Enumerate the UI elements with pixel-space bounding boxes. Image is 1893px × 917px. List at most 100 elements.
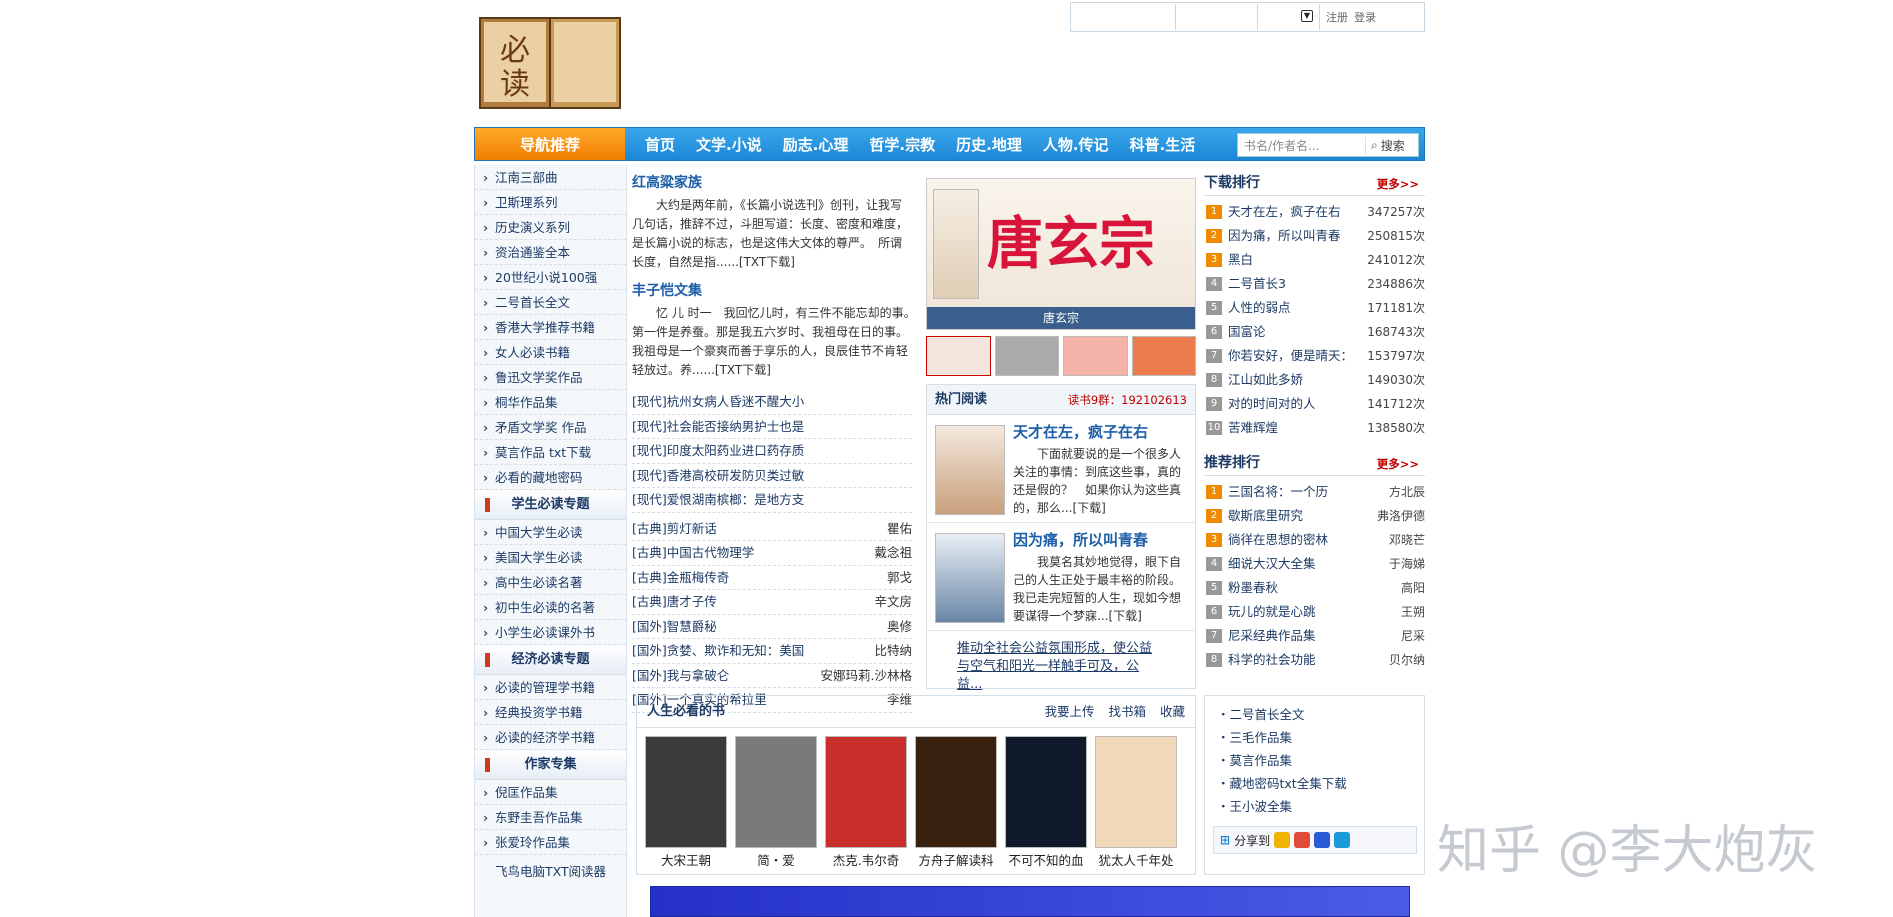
book-title[interactable]: 杰克.韦尔奇 [825, 851, 907, 871]
sidebar-item[interactable]: 必读的经济学书籍 [475, 725, 626, 750]
sidebar-item[interactable]: 矛盾文学奖 作品 [475, 415, 626, 440]
list-item[interactable]: [国外]我与拿破仑 安娜玛莉.沙林格 [632, 664, 912, 688]
search-icon[interactable]: ⌕ [1371, 138, 1378, 153]
rank-book-title[interactable]: 尼采经典作品集 [1228, 624, 1401, 648]
list-item[interactable]: [古典]金瓶梅传奇 郭戈 [632, 566, 912, 590]
cover-caption[interactable]: 唐玄宗 [927, 307, 1195, 329]
sidebar-item[interactable]: 初中生必读的名著 [475, 595, 626, 620]
quick-link[interactable]: ・二号首长全文 [1205, 704, 1424, 725]
password-field[interactable] [1176, 4, 1258, 30]
rank-book-title[interactable]: 徜徉在思想的密林 [1228, 528, 1389, 552]
book-cover-image[interactable] [935, 425, 1005, 515]
rank-book-title[interactable]: 国富论 [1228, 320, 1367, 344]
list-item-title[interactable]: [现代]香港高校研发防贝类过敏 [632, 464, 804, 488]
sidebar-reader-link[interactable]: 飞鸟电脑TXT阅读器 [475, 855, 626, 889]
list-item[interactable]: [现代]社会能否接纳男护士也是 [632, 415, 912, 439]
nav-biography[interactable]: 人物.传记 [1043, 134, 1109, 155]
rank-book-title[interactable]: 天才在左，疯子在右 [1228, 200, 1367, 224]
book-card[interactable]: 杰克.韦尔奇 [825, 736, 907, 871]
upload-link[interactable]: 我要上传 [1044, 704, 1094, 719]
list-item[interactable]: [国外]贪婪、欺诈和无知：美国 比特纳 [632, 639, 912, 664]
book-cover[interactable] [645, 736, 727, 848]
sidebar-item[interactable]: 张爱玲作品集 [475, 830, 626, 855]
list-item-title[interactable]: [古典]金瓶梅传奇 [632, 566, 729, 590]
rank-book-title[interactable]: 因为痛，所以叫青春 [1228, 224, 1367, 248]
list-item-title[interactable]: [现代]爱恨湖南槟榔：是地方支 [632, 488, 804, 512]
list-item[interactable]: [现代]爱恨湖南槟榔：是地方支 [632, 488, 912, 513]
list-item[interactable]: [古典]中国古代物理学 戴念祖 [632, 541, 912, 566]
list-item-title[interactable]: [古典]唐才子传 [632, 590, 717, 614]
hot-entry-title[interactable]: 因为痛，所以叫青春 [1013, 529, 1148, 550]
quick-link[interactable]: ・王小波全集 [1205, 796, 1424, 817]
book-card[interactable]: 简・爱 [735, 736, 817, 871]
nav-recommend[interactable]: 导航推荐 [475, 128, 625, 160]
list-item-title[interactable]: [国外]贪婪、欺诈和无知：美国 [632, 639, 804, 663]
nav-home[interactable]: 首页 [645, 134, 675, 155]
book-title[interactable]: 方舟子解读科 [915, 851, 997, 871]
rank-row[interactable]: 8 江山如此多娇 149030次 [1204, 368, 1425, 392]
rank-row[interactable]: 10 苦难辉煌 138580次 [1204, 416, 1425, 440]
list-item-title[interactable]: [现代]杭州女病人昏迷不醒大小 [632, 390, 804, 414]
rank-row[interactable]: 6 国富论 168743次 [1204, 320, 1425, 344]
nav-history[interactable]: 历史.地理 [956, 134, 1022, 155]
sidebar-item[interactable]: 倪匡作品集 [475, 780, 626, 805]
charity-link[interactable]: 推动全社会公益氛围形成，使公益与空气和阳光一样触手可及，公益... [957, 640, 1157, 694]
sidebar-item[interactable]: 历史演义系列 [475, 215, 626, 240]
article-title-2[interactable]: 丰子恺文集 [632, 280, 912, 300]
quick-link[interactable]: ・藏地密码txt全集下载 [1205, 773, 1424, 794]
list-item-title[interactable]: [现代]印度太阳药业进口药存质 [632, 439, 804, 463]
list-item-title[interactable]: [古典]中国古代物理学 [632, 541, 754, 565]
book-cover[interactable] [1095, 736, 1177, 848]
book-cover[interactable] [1005, 736, 1087, 848]
favorite-link[interactable]: 收藏 [1160, 704, 1185, 719]
rank-book-title[interactable]: 对的时间对的人 [1228, 392, 1367, 416]
list-item[interactable]: [现代]香港高校研发防贝类过敏 [632, 464, 912, 488]
sidebar-item[interactable]: 中国大学生必读 [475, 520, 626, 545]
sidebar-item[interactable]: 莫言作品 txt下载 [475, 440, 626, 465]
rank-row[interactable]: 6 玩儿的就是心跳 王朔 [1204, 600, 1425, 624]
book-cover-image[interactable] [935, 533, 1005, 623]
book-cover[interactable] [915, 736, 997, 848]
nav-literature[interactable]: 文学.小说 [696, 134, 762, 155]
nav-inspiration[interactable]: 励志.心理 [783, 134, 849, 155]
rank-row[interactable]: 7 你若安好，便是晴天： 153797次 [1204, 344, 1425, 368]
list-item-title[interactable]: [国外]智慧爵秘 [632, 615, 717, 639]
sidebar-item[interactable]: 小学生必读课外书 [475, 620, 626, 645]
rank-book-title[interactable]: 黑白 [1228, 248, 1367, 272]
rank-book-title[interactable]: 苦难辉煌 [1228, 416, 1367, 440]
hot-entry-title[interactable]: 天才在左，疯子在右 [1013, 421, 1148, 442]
more-link[interactable]: 更多>> [1377, 456, 1419, 472]
book-cover[interactable] [735, 736, 817, 848]
sidebar-item[interactable]: 东野圭吾作品集 [475, 805, 626, 830]
rank-book-title[interactable]: 科学的社会功能 [1228, 648, 1389, 672]
sidebar-item[interactable]: 鲁迅文学奖作品 [475, 365, 626, 390]
list-item[interactable]: [现代]印度太阳药业进口药存质 [632, 439, 912, 464]
nav-science[interactable]: 科普.生活 [1130, 134, 1196, 155]
bottom-banner[interactable] [650, 886, 1410, 917]
list-item-title[interactable]: [古典]剪灯新话 [632, 517, 717, 541]
thumbnail[interactable] [994, 336, 1059, 376]
more-link[interactable]: 更多>> [1377, 176, 1419, 192]
rank-row[interactable]: 1 三国名将：一个历 方北辰 [1204, 480, 1425, 504]
list-item[interactable]: [现代]杭州女病人昏迷不醒大小 [632, 390, 912, 415]
thumbnail[interactable] [926, 336, 991, 376]
qzone-icon[interactable] [1274, 832, 1291, 848]
register-link[interactable]: 注册 [1326, 9, 1348, 25]
login-link[interactable]: 登录 [1354, 9, 1376, 25]
sidebar-item[interactable]: 桐华作品集 [475, 390, 626, 415]
list-item[interactable]: [古典]唐才子传 辛文房 [632, 590, 912, 615]
sidebar-item[interactable]: 资治通鉴全本 [475, 240, 626, 265]
sidebar-item[interactable]: 必看的藏地密码 [475, 465, 626, 490]
book-title[interactable]: 简・爱 [735, 851, 817, 871]
rank-row[interactable]: 1 天才在左，疯子在右 347257次 [1204, 200, 1425, 224]
list-item-title[interactable]: [国外]我与拿破仑 [632, 664, 729, 688]
list-item-title[interactable]: [现代]社会能否接纳男护士也是 [632, 415, 804, 439]
book-card[interactable]: 犹太人千年处 [1095, 736, 1177, 871]
sidebar-item[interactable]: 香港大学推荐书籍 [475, 315, 626, 340]
rank-book-title[interactable]: 二号首长3 [1228, 272, 1367, 296]
username-field[interactable] [1071, 4, 1176, 30]
thumbnail[interactable] [1063, 336, 1128, 376]
rank-row[interactable]: 5 粉墨春秋 高阳 [1204, 576, 1425, 600]
rank-book-title[interactable]: 歇斯底里研究 [1228, 504, 1377, 528]
book-title[interactable]: 不可不知的血 [1005, 851, 1087, 871]
